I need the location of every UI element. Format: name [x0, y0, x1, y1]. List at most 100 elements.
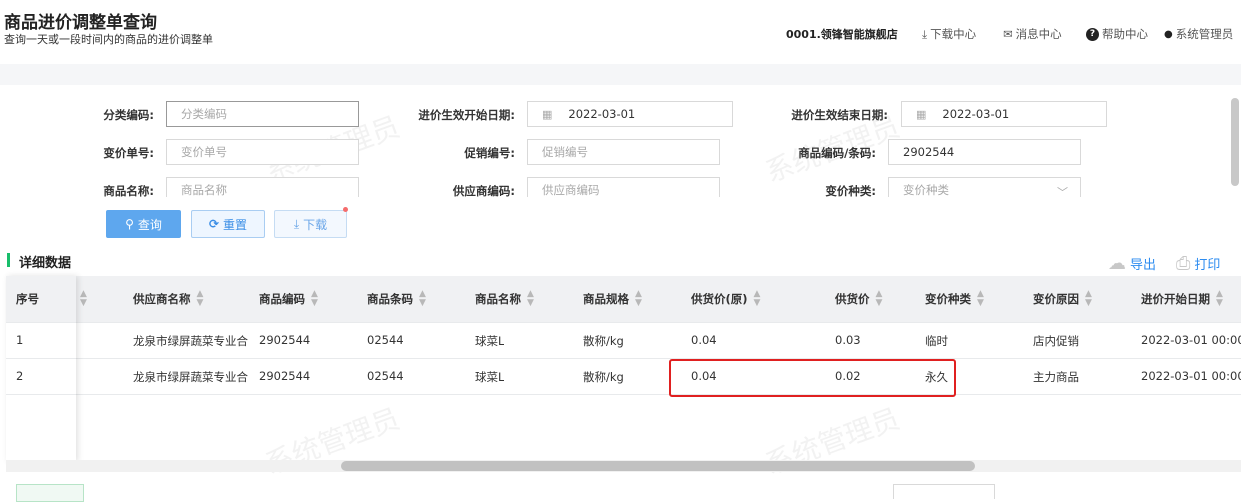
section-title: 详细数据	[19, 256, 72, 271]
download-icon: ⤓	[293, 216, 300, 231]
cell-change-reason: 店内促销	[1033, 334, 1079, 348]
footer-button[interactable]	[16, 484, 84, 502]
message-center-link[interactable]: ✉ 消息中心	[1003, 26, 1062, 42]
user-menu[interactable]: ● 系统管理员	[1164, 26, 1233, 42]
cell-barcode: 02544	[367, 333, 404, 347]
cell-price: 0.03	[835, 333, 861, 347]
column-header-original-price[interactable]: 供货价(原) ▲ ▼	[691, 276, 760, 322]
column-header-label: 商品名称	[475, 292, 521, 306]
category-input[interactable]: 分类编码	[166, 101, 359, 127]
envelope-icon: ✉	[1003, 27, 1013, 41]
sort-icon: ▲ ▼	[196, 289, 204, 308]
column-header-label: 供货价	[835, 292, 870, 306]
print-button[interactable]: ⎙ 打印	[1176, 253, 1220, 274]
download-center-link[interactable]: ⤓ 下载中心	[922, 26, 976, 42]
product-name-label: 商品名称:	[103, 184, 154, 198]
reset-button[interactable]: ⟳ 重置	[191, 210, 265, 238]
start-date-label: 进价生效开始日期:	[418, 108, 515, 122]
page-size-select[interactable]	[893, 484, 995, 499]
header-divider	[0, 64, 1241, 85]
help-icon: ?	[1086, 27, 1099, 41]
column-header-label: 商品编码	[259, 292, 305, 306]
column-header-label: 变价原因	[1033, 292, 1079, 306]
cell-supplier: 龙泉市绿屏蔬菜专业合	[133, 370, 248, 384]
promo-input[interactable]: 促销编号	[527, 139, 720, 165]
vertical-scrollbar[interactable]	[1231, 98, 1239, 186]
sort-icon: ▲ ▼	[1216, 289, 1223, 308]
download-icon: ⤓	[922, 26, 928, 41]
column-header-price[interactable]: 供货价 ▲ ▼	[835, 276, 882, 322]
store-name[interactable]: 0001.领锋智能旗舰店	[786, 26, 898, 42]
column-header-change-type[interactable]: 变价种类 ▲ ▼	[925, 276, 984, 322]
cell-start-date: 2022-03-01 00:00:0	[1141, 333, 1241, 347]
sort-icon: ▲ ▼	[753, 289, 761, 308]
sort-icon: ▲ ▼	[419, 289, 426, 308]
search-icon: ⚲	[125, 217, 134, 231]
download-button[interactable]: ⤓ 下载	[274, 210, 347, 238]
sort-icon: ▲ ▼	[311, 289, 318, 308]
sort-icon: ▲ ▼	[875, 289, 883, 308]
cell-product-code: 2902544	[259, 369, 311, 383]
query-label: 查询	[137, 217, 162, 232]
sort-icon: ▲ ▼	[977, 289, 984, 308]
calendar-icon: ▦	[916, 107, 927, 121]
column-header-label: 供应商名称	[133, 292, 191, 306]
column-header-label: 进价开始日期	[1141, 292, 1210, 306]
section-accent-bar	[7, 253, 10, 267]
change-no-label: 变价单号:	[103, 146, 154, 160]
product-code-input[interactable]: 2902544	[888, 139, 1081, 165]
cell-product-code: 2902544	[259, 333, 311, 347]
end-date-value: 2022-03-01	[942, 107, 1010, 121]
row-divider	[6, 394, 1241, 395]
horizontal-scrollbar-thumb[interactable]	[341, 461, 975, 471]
product-code-label: 商品编码/条码:	[798, 146, 876, 160]
sort-icon: ▲ ▼	[1085, 289, 1092, 308]
cell-supplier: 龙泉市绿屏蔬菜专业合	[133, 334, 248, 348]
printer-icon: ⎙	[1176, 253, 1191, 274]
cell-change-reason: 主力商品	[1033, 370, 1079, 384]
page-subtitle: 查询一天或一段时间内的商品的进价调整单	[4, 33, 213, 46]
end-date-picker[interactable]: ▦ 2022-03-01	[901, 101, 1107, 127]
cloud-download-icon: ☁	[1108, 253, 1126, 274]
column-header-barcode[interactable]: 商品条码 ▲ ▼	[367, 276, 426, 322]
export-label: 导出	[1130, 258, 1157, 273]
help-center-link[interactable]: ? 帮助中心	[1086, 26, 1148, 42]
user-name: 系统管理员	[1175, 27, 1234, 41]
category-label: 分类编码:	[103, 108, 154, 122]
sort-icon: ▲ ▼	[80, 289, 87, 308]
sort-icon: ▲ ▼	[527, 289, 534, 308]
filter-clip	[160, 197, 1100, 207]
message-center-label: 消息中心	[1015, 27, 1062, 41]
query-button[interactable]: ⚲ 查询	[106, 210, 181, 238]
help-center-label: 帮助中心	[1102, 27, 1148, 41]
column-header-label: 变价种类	[925, 292, 971, 306]
fixed-column-shadow	[6, 276, 76, 462]
end-date-label: 进价生效结束日期:	[791, 108, 888, 122]
column-header-supplier[interactable]: 供应商名称 ▲ ▼	[133, 276, 203, 322]
column-header-start-date[interactable]: 进价开始日期 ▲ ▼	[1141, 276, 1223, 322]
download-label: 下载	[303, 217, 328, 232]
reset-label: 重置	[223, 217, 248, 232]
column-header-label: 商品条码	[367, 292, 413, 306]
highlight-box	[669, 359, 956, 397]
refresh-icon: ⟳	[208, 217, 220, 231]
page-title: 商品进价调整单查询	[4, 13, 157, 33]
change-no-input[interactable]: 变价单号	[166, 139, 359, 165]
column-header-label: 商品规格	[583, 292, 629, 306]
calendar-icon: ▦	[542, 107, 553, 121]
cell-barcode: 02544	[367, 369, 404, 383]
column-header-change-reason[interactable]: 变价原因 ▲ ▼	[1033, 276, 1092, 322]
column-header-product-code[interactable]: 商品编码 ▲ ▼	[259, 276, 318, 322]
cell-spec: 散称/kg	[583, 334, 624, 348]
cell-spec: 散称/kg	[583, 370, 624, 384]
column-header-product-name[interactable]: 商品名称 ▲ ▼	[475, 276, 534, 322]
cell-product-name: 球菜L	[475, 370, 505, 384]
start-date-picker[interactable]: ▦ 2022-03-01	[527, 101, 733, 127]
change-type-placeholder: 变价种类	[903, 183, 949, 197]
export-button[interactable]: ☁ 导出	[1108, 253, 1156, 274]
cell-original-price: 0.04	[691, 333, 717, 347]
column-header-spec[interactable]: 商品规格 ▲ ▼	[583, 276, 642, 322]
download-center-label: 下载中心	[930, 27, 977, 41]
cell-change-type: 临时	[925, 334, 948, 348]
sort-icon: ▲ ▼	[635, 289, 642, 308]
